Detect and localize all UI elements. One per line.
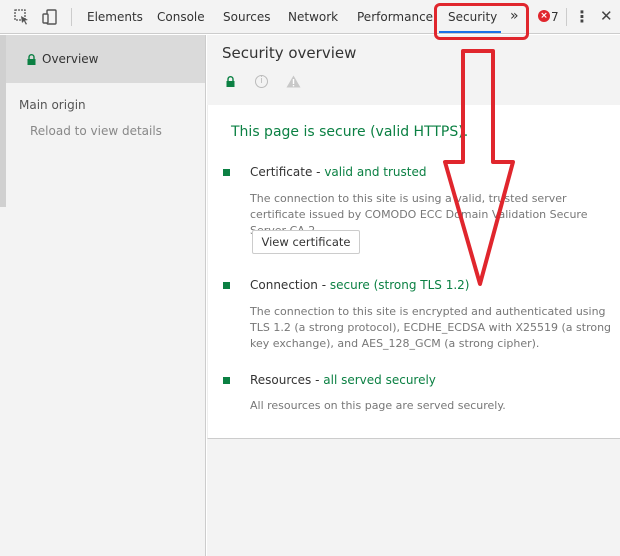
annotation-arrow-icon (443, 49, 515, 286)
